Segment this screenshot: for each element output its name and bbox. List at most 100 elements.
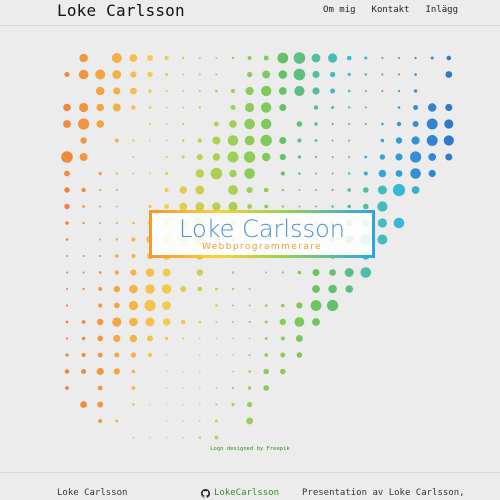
decorative-dot (398, 57, 400, 59)
decorative-dot (279, 137, 287, 144)
decorative-dot (244, 118, 255, 130)
decorative-dot (79, 153, 88, 161)
decorative-dot (227, 151, 239, 163)
decorative-dot (328, 53, 338, 63)
decorative-dot (115, 222, 118, 224)
decorative-dot (363, 203, 369, 210)
footer-description: Presentation av Loke Carlsson, (302, 488, 465, 498)
decorative-dot (264, 320, 268, 324)
nav-link-om-mig[interactable]: Om mig (323, 5, 356, 15)
decorative-dot (65, 320, 69, 324)
decorative-dot (162, 318, 171, 326)
decorative-dot (245, 102, 255, 113)
decorative-dot (331, 122, 334, 126)
decorative-dot (248, 320, 251, 324)
decorative-dot (98, 419, 103, 423)
decorative-dot (130, 87, 137, 95)
decorative-dot (212, 153, 221, 161)
decorative-dot (182, 122, 185, 126)
decorative-dot (312, 285, 320, 293)
decorative-dot (98, 287, 103, 291)
decorative-dot (261, 152, 271, 162)
decorative-dot (298, 172, 301, 175)
decorative-dot (164, 336, 169, 341)
decorative-dot (248, 288, 251, 290)
decorative-dot (99, 254, 102, 258)
decorative-dot (181, 319, 186, 325)
decorative-dot (331, 106, 335, 109)
decorative-dot (280, 368, 286, 375)
decorative-dot (99, 222, 102, 224)
logo-subtitle: Webbprogrammerare (201, 242, 323, 252)
decorative-dot (214, 121, 219, 127)
decorative-dot (329, 71, 336, 78)
decorative-dot (64, 203, 70, 210)
decorative-dot (348, 139, 351, 142)
decorative-dot (232, 354, 234, 356)
decorative-dot (129, 284, 138, 294)
decorative-dot (363, 187, 369, 193)
decorative-dot (232, 337, 234, 340)
decorative-dot (99, 188, 102, 192)
nav-link-kontakt[interactable]: Kontakt (372, 5, 410, 15)
decorative-dot (327, 299, 339, 312)
decorative-dot (130, 71, 137, 78)
decorative-dot (96, 103, 104, 112)
decorative-dot (111, 53, 122, 63)
decorative-dot (147, 55, 153, 61)
decorative-dot (113, 285, 121, 293)
decorative-dot (428, 153, 437, 161)
site-title[interactable]: Loke Carlsson (57, 1, 185, 20)
decorative-dot (393, 217, 405, 229)
decorative-dot (132, 172, 135, 175)
decorative-dot (181, 139, 185, 142)
decorative-dot (243, 151, 256, 163)
github-link[interactable]: LokeCarlsson (201, 488, 279, 498)
decorative-dot (264, 353, 269, 357)
decorative-dot (229, 169, 237, 178)
decorative-dot (113, 334, 121, 343)
decorative-dot (181, 155, 185, 159)
decorative-dot (164, 55, 169, 61)
decorative-dot (215, 73, 218, 76)
decorative-dot (446, 55, 452, 61)
decorative-dot (131, 386, 136, 390)
decorative-dot (412, 121, 419, 127)
decorative-dot (397, 89, 401, 93)
decorative-dot (348, 172, 351, 175)
decorative-dot (147, 71, 153, 78)
decorative-dot (261, 102, 272, 113)
decorative-dot (445, 153, 453, 161)
decorative-dot (165, 172, 169, 175)
decorative-dot (364, 106, 367, 109)
nav-link-inlagg[interactable]: Inlägg (425, 5, 458, 15)
decorative-dot (97, 352, 103, 358)
footer-name: Loke Carlsson (57, 488, 128, 498)
decorative-dot (263, 368, 270, 375)
decorative-dot (198, 106, 201, 109)
decorative-dot (231, 89, 235, 93)
decorative-dot (131, 253, 136, 259)
decorative-dot (312, 269, 320, 276)
decorative-dot (315, 172, 317, 175)
decorative-dot (98, 271, 102, 274)
decorative-dot (363, 171, 368, 176)
decorative-dot (112, 70, 122, 79)
decorative-dot (331, 205, 334, 208)
decorative-dot (80, 137, 87, 144)
decorative-dot (364, 90, 367, 92)
decorative-dot (232, 321, 234, 323)
github-icon (201, 488, 210, 498)
decorative-dot (265, 271, 268, 274)
decorative-dot (199, 420, 201, 422)
decorative-dot (215, 419, 218, 423)
decorative-dot (263, 385, 270, 391)
decorative-dot (114, 352, 120, 358)
decorative-dot (314, 155, 318, 159)
decorative-dot (426, 135, 438, 146)
decorative-dot (348, 106, 351, 109)
decorative-dot (197, 286, 203, 292)
decorative-dot (248, 337, 251, 340)
decorative-dot (82, 221, 85, 225)
decorative-dot (78, 118, 90, 130)
